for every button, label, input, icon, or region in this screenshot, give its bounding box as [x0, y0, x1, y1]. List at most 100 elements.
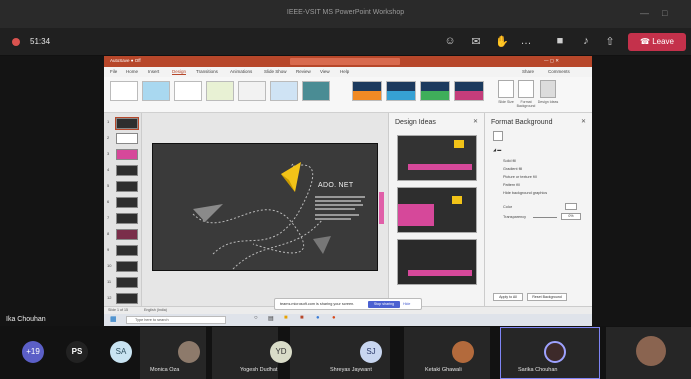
hide-button[interactable]: Hide: [403, 302, 410, 306]
participant-photo[interactable]: [452, 341, 474, 363]
leave-button[interactable]: ☎ Leave: [628, 33, 686, 51]
option-solid-fill[interactable]: Solid fill: [503, 159, 516, 163]
apply-to-all-button[interactable]: Apply to All: [493, 293, 523, 301]
browser-icon[interactable]: ●: [316, 315, 320, 321]
variant-option[interactable]: [386, 81, 416, 101]
transparency-label: Transparency: [503, 215, 527, 219]
design-idea[interactable]: [397, 187, 477, 233]
design-idea[interactable]: [397, 135, 477, 181]
taskbar-search-input[interactable]: Type here to search: [126, 316, 226, 324]
powerpoint-icon[interactable]: ■: [300, 315, 304, 321]
windows-start-icon[interactable]: ▦: [110, 315, 117, 323]
stop-sharing-button[interactable]: Stop sharing: [368, 301, 400, 308]
raise-hand-icon[interactable]: ✋: [494, 35, 510, 48]
theme-option[interactable]: [110, 81, 138, 101]
design-idea[interactable]: [397, 239, 477, 285]
format-background-title: Format Background: [491, 119, 553, 126]
participant-avatar[interactable]: PS: [66, 341, 88, 363]
ppt-search-box[interactable]: [290, 58, 400, 65]
autosave-toggle[interactable]: AutoSave ● Off: [110, 58, 141, 63]
app-icon[interactable]: ●: [332, 315, 336, 321]
ppt-ribbon-tabs: File Home Insert Design Transitions Anim…: [104, 67, 592, 77]
participant-avatar[interactable]: SA: [110, 341, 132, 363]
leave-label: Leave: [652, 37, 674, 46]
tab-file[interactable]: File: [110, 69, 117, 74]
transparency-value[interactable]: 0%: [561, 213, 581, 220]
slide-text-line: [315, 214, 359, 216]
slide-thumbnail[interactable]: [116, 261, 138, 272]
tab-help[interactable]: Help: [340, 69, 349, 74]
task-view-icon[interactable]: ○: [254, 315, 258, 321]
tab-insert[interactable]: Insert: [148, 69, 159, 74]
variant-option[interactable]: [454, 81, 484, 101]
folder-icon[interactable]: ■: [284, 315, 288, 321]
participants-icon[interactable]: ☺: [442, 35, 458, 47]
more-options-icon[interactable]: …: [518, 35, 534, 47]
slide-editor: ADO. NET: [142, 113, 388, 313]
fill-icon[interactable]: [493, 131, 503, 141]
tab-design[interactable]: Design: [172, 69, 187, 75]
tab-animations[interactable]: Animations: [230, 69, 252, 74]
mic-off-icon[interactable]: ♪: [578, 35, 594, 47]
presenter-video-panel: [0, 56, 104, 326]
variant-option[interactable]: [420, 81, 450, 101]
slide-thumbnail[interactable]: [116, 277, 138, 288]
tab-view[interactable]: View: [320, 69, 330, 74]
slide-thumbnail[interactable]: [116, 165, 138, 176]
format-background-button[interactable]: [518, 80, 534, 98]
chat-icon[interactable]: ✉: [468, 35, 484, 48]
slide-text-line: [315, 196, 365, 198]
current-slide[interactable]: ADO. NET: [152, 143, 384, 271]
slide-thumbnail[interactable]: [116, 229, 138, 240]
slide-thumbnail[interactable]: [116, 149, 138, 160]
slide-thumbnail[interactable]: [115, 117, 139, 130]
file-explorer-icon[interactable]: ▤: [268, 315, 274, 322]
theme-option[interactable]: [142, 81, 170, 101]
comments-button[interactable]: Comments: [548, 69, 570, 74]
slide-thumbnail[interactable]: [116, 245, 138, 256]
maximize-icon[interactable]: □: [662, 8, 667, 18]
slide-size-button[interactable]: [498, 80, 514, 98]
share-screen-icon[interactable]: ⇧: [602, 35, 618, 48]
participant-photo[interactable]: [544, 341, 566, 363]
side-panel: [592, 56, 691, 326]
option-picture-fill[interactable]: Picture or texture fill: [503, 175, 537, 179]
participant-avatar[interactable]: YD: [270, 341, 292, 363]
share-button[interactable]: Share: [522, 69, 534, 74]
option-pattern-fill[interactable]: Pattern fill: [503, 183, 520, 187]
call-controls-bar: 51:34 ☺ ✉ ✋ … ■ ♪ ⇧ ☎ Leave: [0, 28, 691, 56]
camera-off-icon[interactable]: ■: [552, 35, 568, 47]
theme-option[interactable]: [174, 81, 202, 101]
slide-thumbnail[interactable]: [116, 133, 138, 144]
design-ideas-button[interactable]: [540, 80, 556, 98]
option-gradient-fill[interactable]: Gradient fill: [503, 167, 522, 171]
slide-thumbnail[interactable]: [116, 197, 138, 208]
slide-thumbnail[interactable]: [116, 181, 138, 192]
tab-review[interactable]: Review: [296, 69, 311, 74]
participant-avatar[interactable]: SJ: [360, 341, 382, 363]
theme-option[interactable]: [302, 81, 330, 101]
thumb-number: 5: [107, 183, 110, 188]
slide-thumbnail[interactable]: [116, 293, 138, 304]
theme-option[interactable]: [270, 81, 298, 101]
minimize-icon[interactable]: —: [640, 8, 649, 18]
option-hide-background-graphics[interactable]: Hide background graphics: [503, 191, 547, 195]
variant-option[interactable]: [352, 81, 382, 101]
ppt-window-controls[interactable]: — ▢ ✕: [544, 58, 559, 64]
tab-transitions[interactable]: Transitions: [196, 69, 218, 74]
tab-slide-show[interactable]: Slide Show: [264, 69, 287, 74]
close-icon[interactable]: ✕: [473, 118, 478, 125]
tab-home[interactable]: Home: [126, 69, 138, 74]
theme-option[interactable]: [206, 81, 234, 101]
participant-name: Ketaki Ghawali: [425, 367, 462, 373]
color-picker[interactable]: [565, 203, 577, 210]
more-participants-avatar[interactable]: +19: [22, 341, 44, 363]
reset-background-button[interactable]: Reset Background: [527, 293, 567, 301]
participant-photo[interactable]: [178, 341, 200, 363]
close-icon[interactable]: ✕: [581, 118, 586, 125]
theme-option[interactable]: [238, 81, 266, 101]
presenter-name: Ika Chouhan: [6, 316, 46, 323]
slide-thumbnail[interactable]: [116, 213, 138, 224]
participant-photo[interactable]: [636, 336, 666, 366]
transparency-slider[interactable]: [533, 217, 557, 218]
